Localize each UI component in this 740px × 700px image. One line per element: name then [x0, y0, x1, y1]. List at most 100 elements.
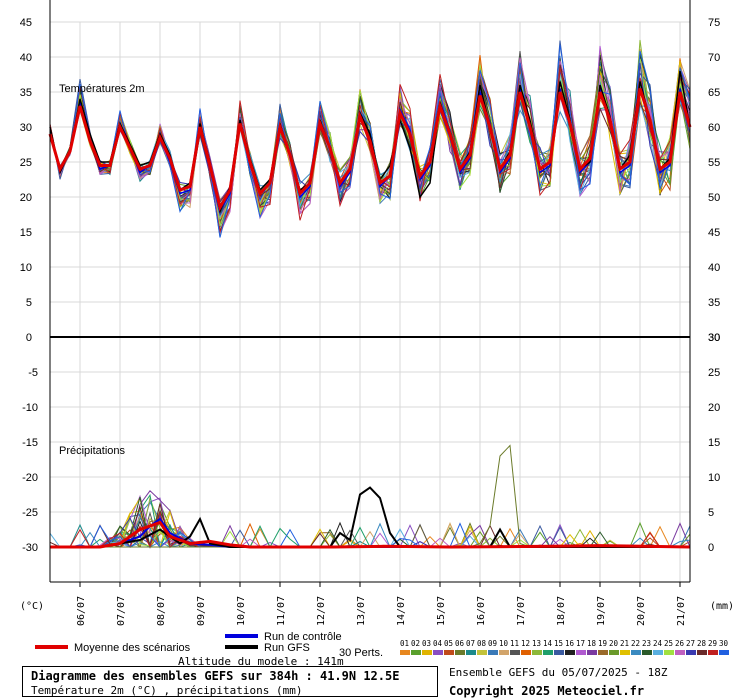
pert-swatch: [719, 650, 729, 655]
pert-swatch: [620, 650, 630, 655]
pert-swatch: [499, 650, 509, 655]
pert-number: 11: [510, 639, 519, 648]
pert-number: 26: [675, 639, 685, 648]
legend-gfs-label: Run GFS: [264, 642, 310, 654]
legend: Moyenne des scénarios Run de contrôle Ru…: [35, 631, 729, 659]
pert-number: 17: [576, 639, 585, 648]
pert-swatch: [477, 650, 487, 655]
date-label: 11/07: [276, 596, 287, 626]
temperature-grid: [50, 21, 690, 337]
precip-ytick-right: 5: [708, 507, 714, 519]
date-label: 18/07: [556, 596, 567, 626]
pert-number: 27: [686, 639, 695, 648]
precip-ytick-left: -10: [22, 402, 38, 414]
legend-mean-label: Moyenne des scénarios: [74, 642, 191, 654]
pert-number: 16: [565, 639, 575, 648]
legend-perts-label: 30 Perts.: [339, 647, 383, 659]
pert-number: 01: [400, 639, 409, 648]
precip-ytick-right: 25: [708, 367, 720, 379]
date-label: 07/07: [116, 596, 127, 626]
pert-number: 25: [664, 639, 673, 648]
pert-number: 24: [653, 639, 663, 648]
date-label: 08/07: [156, 596, 167, 626]
left-unit-label: (°C): [20, 601, 44, 612]
pert-swatch: [488, 650, 498, 655]
precip-ytick-left: -15: [22, 437, 38, 449]
date-label: 20/07: [636, 596, 647, 626]
precip-perturbation-line: [50, 496, 690, 548]
diagram-title: Diagramme des ensembles GEFS sur 384h : …: [31, 669, 400, 683]
precip-ytick-left: -30: [22, 542, 38, 554]
pert-number: 04: [433, 639, 443, 648]
temperature-series: [48, 39, 692, 238]
precip-ytick-right: 15: [708, 437, 720, 449]
date-label: 10/07: [236, 596, 247, 626]
temp-ytick-left: 15: [20, 227, 32, 239]
precip-ytick-right: 20: [708, 402, 720, 414]
precip-ytick-right: 10: [708, 472, 720, 484]
pert-swatch: [521, 650, 531, 655]
date-label: 15/07: [436, 596, 447, 626]
pert-swatch: [697, 650, 707, 655]
date-label: 12/07: [316, 596, 327, 626]
precip-ytick-left: -25: [22, 507, 38, 519]
precipitation-series: [49, 444, 691, 549]
temp-ytick-left: 20: [20, 192, 32, 204]
pert-number: 14: [543, 639, 553, 648]
pert-number: 09: [488, 639, 497, 648]
pert-swatch: [554, 650, 564, 655]
pert-swatch: [587, 650, 597, 655]
pert-number: 12: [521, 639, 530, 648]
pert-number: 06: [455, 639, 465, 648]
precip-ytick-right: 0: [708, 542, 714, 554]
date-labels: 06/07 07/07 08/07 09/07 10/07 11/07 12/07 13/07…: [76, 582, 687, 626]
temp-ytick-left: 5: [26, 297, 32, 309]
temp-ytick-right: 35: [708, 297, 720, 309]
tick-labels: 0 305 3510 4015 4520 5025 5530 6035 6540 7045 75-3…: [20, 17, 721, 554]
pert-swatch: [576, 650, 586, 655]
right-unit-label: (mm): [710, 601, 734, 612]
precipitation-panel-title: Précipitations: [59, 445, 126, 457]
pert-number: 23: [642, 639, 651, 648]
temp-ytick-right: 50: [708, 192, 720, 204]
temp-ytick-left: 40: [20, 52, 32, 64]
diagram-subtitle: Température 2m (°C) , précipitations (mm…: [31, 684, 303, 697]
copyright: Copyright 2025 Meteociel.fr: [449, 684, 645, 698]
pert-number: 05: [444, 639, 453, 648]
date-label: 19/07: [596, 596, 607, 626]
pert-swatch: [708, 650, 718, 655]
temp-ytick-right: 40: [708, 262, 720, 274]
temp-ytick-right: 75: [708, 17, 720, 29]
pert-number: 18: [587, 639, 597, 648]
pert-number: 13: [532, 639, 541, 648]
pert-number: 03: [422, 639, 431, 648]
date-label: 13/07: [356, 596, 367, 626]
pert-swatch: [510, 650, 520, 655]
pert-swatch: [653, 650, 663, 655]
precip-ytick-left: -5: [28, 367, 38, 379]
date-label: 17/07: [516, 596, 527, 626]
temp-ytick-left: 45: [20, 17, 32, 29]
pert-swatch: [422, 650, 432, 655]
temp-ytick-right: 60: [708, 122, 720, 134]
pert-number: 10: [499, 639, 509, 648]
temp-ytick-left: 35: [20, 87, 32, 99]
pert-swatch: [411, 650, 421, 655]
pert-number: 28: [697, 639, 707, 648]
pert-number: 22: [631, 639, 640, 648]
temp-ytick-right: 65: [708, 87, 720, 99]
pert-number: 20: [609, 639, 619, 648]
date-label: 14/07: [396, 596, 407, 626]
pert-swatch: [455, 650, 465, 655]
pert-swatch: [675, 650, 685, 655]
pert-swatch: [433, 650, 443, 655]
pert-swatch: [400, 650, 410, 655]
pert-swatch: [642, 650, 652, 655]
temp-ytick-right: 55: [708, 157, 720, 169]
temp-ytick-left: 0: [26, 332, 32, 344]
gefs-ensemble-chart: 0 305 3510 4015 4520 5025 5530 6035 6540 7045 75-3…: [20, 0, 734, 659]
temp-ytick-right: 45: [708, 227, 720, 239]
temp-ytick-right: 70: [708, 52, 720, 64]
pert-number: 08: [477, 639, 487, 648]
pert-swatch: [598, 650, 608, 655]
